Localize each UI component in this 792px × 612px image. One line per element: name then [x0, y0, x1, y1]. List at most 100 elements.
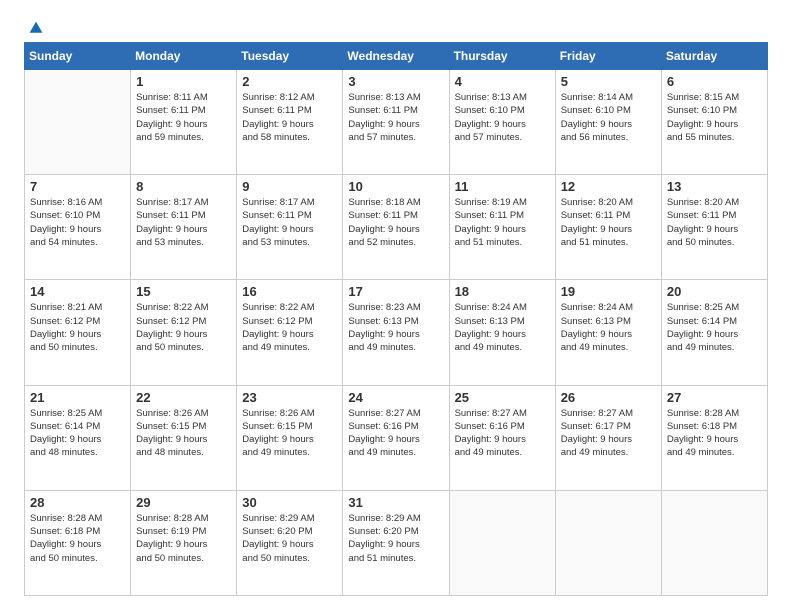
day-info: Sunrise: 8:17 AMSunset: 6:11 PMDaylight:…	[242, 196, 337, 249]
calendar-week-row: 28 Sunrise: 8:28 AMSunset: 6:18 PMDayligh…	[25, 490, 768, 595]
day-info: Sunrise: 8:28 AMSunset: 6:18 PMDaylight:…	[30, 512, 125, 565]
day-number: 23	[242, 390, 337, 405]
calendar-week-row: 21 Sunrise: 8:25 AMSunset: 6:14 PMDayligh…	[25, 385, 768, 490]
calendar-day-cell: 11 Sunrise: 8:19 AMSunset: 6:11 PMDayligh…	[449, 175, 555, 280]
day-number: 31	[348, 495, 443, 510]
day-number: 27	[667, 390, 762, 405]
calendar-day-cell: 9 Sunrise: 8:17 AMSunset: 6:11 PMDaylight…	[237, 175, 343, 280]
calendar-day-cell: 17 Sunrise: 8:23 AMSunset: 6:13 PMDayligh…	[343, 280, 449, 385]
calendar-day-cell: 18 Sunrise: 8:24 AMSunset: 6:13 PMDayligh…	[449, 280, 555, 385]
day-number: 15	[136, 284, 231, 299]
calendar-day-cell: 13Sunrise: 8:20 AMSunset: 6:11 PMDayligh…	[661, 175, 767, 280]
day-info: Sunrise: 8:22 AMSunset: 6:12 PMDaylight:…	[242, 301, 337, 354]
day-number: 18	[455, 284, 550, 299]
day-number: 11	[455, 179, 550, 194]
day-number: 8	[136, 179, 231, 194]
calendar-week-row: 14 Sunrise: 8:21 AMSunset: 6:12 PMDayligh…	[25, 280, 768, 385]
day-number: 29	[136, 495, 231, 510]
logo-icon	[28, 20, 44, 36]
day-info: Sunrise: 8:29 AMSunset: 6:20 PMDaylight:…	[348, 512, 443, 565]
calendar-day-cell: 31 Sunrise: 8:29 AMSunset: 6:20 PMDayligh…	[343, 490, 449, 595]
day-number: 28	[30, 495, 125, 510]
calendar-day-cell: 2 Sunrise: 8:12 AMSunset: 6:11 PMDaylight…	[237, 70, 343, 175]
calendar-day-cell: 25Sunrise: 8:27 AMSunset: 6:16 PMDayligh…	[449, 385, 555, 490]
day-info: Sunrise: 8:22 AMSunset: 6:12 PMDaylight:…	[136, 301, 231, 354]
day-number: 4	[455, 74, 550, 89]
day-number: 21	[30, 390, 125, 405]
calendar-table: SundayMondayTuesdayWednesdayThursdayFrid…	[24, 42, 768, 596]
day-info: Sunrise: 8:25 AMSunset: 6:14 PMDaylight:…	[30, 407, 125, 460]
calendar-day-cell	[661, 490, 767, 595]
calendar-day-cell: 29 Sunrise: 8:28 AMSunset: 6:19 PMDayligh…	[131, 490, 237, 595]
day-number: 5	[561, 74, 656, 89]
calendar-day-cell: 28 Sunrise: 8:28 AMSunset: 6:18 PMDayligh…	[25, 490, 131, 595]
day-info: Sunrise: 8:28 AMSunset: 6:18 PMDaylight:…	[667, 407, 762, 460]
calendar-day-cell: 3 Sunrise: 8:13 AMSunset: 6:11 PMDaylight…	[343, 70, 449, 175]
day-number: 9	[242, 179, 337, 194]
day-number: 1	[136, 74, 231, 89]
day-info: Sunrise: 8:23 AMSunset: 6:13 PMDaylight:…	[348, 301, 443, 354]
day-info: Sunrise: 8:11 AMSunset: 6:11 PMDaylight:…	[136, 91, 231, 144]
day-number: 7	[30, 179, 125, 194]
day-info: Sunrise: 8:29 AMSunset: 6:20 PMDaylight:…	[242, 512, 337, 565]
day-info: Sunrise: 8:26 AMSunset: 6:15 PMDaylight:…	[136, 407, 231, 460]
day-number: 22	[136, 390, 231, 405]
day-info: Sunrise: 8:27 AMSunset: 6:17 PMDaylight:…	[561, 407, 656, 460]
calendar-day-header: Thursday	[449, 43, 555, 70]
calendar-day-cell: 23 Sunrise: 8:26 AMSunset: 6:15 PMDayligh…	[237, 385, 343, 490]
day-info: Sunrise: 8:26 AMSunset: 6:15 PMDaylight:…	[242, 407, 337, 460]
day-info: Sunrise: 8:13 AMSunset: 6:10 PMDaylight:…	[455, 91, 550, 144]
calendar-day-cell: 5 Sunrise: 8:14 AMSunset: 6:10 PMDaylight…	[555, 70, 661, 175]
day-info: Sunrise: 8:18 AMSunset: 6:11 PMDaylight:…	[348, 196, 443, 249]
calendar-week-row: 1 Sunrise: 8:11 AMSunset: 6:11 PMDaylight…	[25, 70, 768, 175]
day-info: Sunrise: 8:13 AMSunset: 6:11 PMDaylight:…	[348, 91, 443, 144]
day-info: Sunrise: 8:21 AMSunset: 6:12 PMDaylight:…	[30, 301, 125, 354]
calendar-day-header: Monday	[131, 43, 237, 70]
calendar-day-cell	[25, 70, 131, 175]
calendar-day-cell: 8Sunrise: 8:17 AMSunset: 6:11 PMDaylight…	[131, 175, 237, 280]
logo	[24, 20, 44, 32]
calendar-day-header: Sunday	[25, 43, 131, 70]
calendar-day-cell: 4 Sunrise: 8:13 AMSunset: 6:10 PMDaylight…	[449, 70, 555, 175]
calendar-day-header: Wednesday	[343, 43, 449, 70]
day-number: 20	[667, 284, 762, 299]
calendar-day-cell: 27 Sunrise: 8:28 AMSunset: 6:18 PMDayligh…	[661, 385, 767, 490]
calendar-day-cell: 1 Sunrise: 8:11 AMSunset: 6:11 PMDaylight…	[131, 70, 237, 175]
day-info: Sunrise: 8:14 AMSunset: 6:10 PMDaylight:…	[561, 91, 656, 144]
day-info: Sunrise: 8:19 AMSunset: 6:11 PMDaylight:…	[455, 196, 550, 249]
day-info: Sunrise: 8:12 AMSunset: 6:11 PMDaylight:…	[242, 91, 337, 144]
day-number: 24	[348, 390, 443, 405]
day-number: 26	[561, 390, 656, 405]
calendar-day-header: Tuesday	[237, 43, 343, 70]
calendar-day-cell: 12 Sunrise: 8:20 AMSunset: 6:11 PMDayligh…	[555, 175, 661, 280]
calendar-day-cell: 21 Sunrise: 8:25 AMSunset: 6:14 PMDayligh…	[25, 385, 131, 490]
day-info: Sunrise: 8:20 AMSunset: 6:11 PMDaylight:…	[667, 196, 762, 249]
day-number: 12	[561, 179, 656, 194]
day-number: 3	[348, 74, 443, 89]
day-number: 2	[242, 74, 337, 89]
calendar-day-cell: 20 Sunrise: 8:25 AMSunset: 6:14 PMDayligh…	[661, 280, 767, 385]
day-number: 10	[348, 179, 443, 194]
day-info: Sunrise: 8:25 AMSunset: 6:14 PMDaylight:…	[667, 301, 762, 354]
calendar-day-cell: 22 Sunrise: 8:26 AMSunset: 6:15 PMDayligh…	[131, 385, 237, 490]
calendar-header-row: SundayMondayTuesdayWednesdayThursdayFrid…	[25, 43, 768, 70]
day-number: 16	[242, 284, 337, 299]
day-info: Sunrise: 8:24 AMSunset: 6:13 PMDaylight:…	[455, 301, 550, 354]
calendar-week-row: 7Sunrise: 8:16 AMSunset: 6:10 PMDaylight…	[25, 175, 768, 280]
day-info: Sunrise: 8:27 AMSunset: 6:16 PMDaylight:…	[348, 407, 443, 460]
day-info: Sunrise: 8:20 AMSunset: 6:11 PMDaylight:…	[561, 196, 656, 249]
day-number: 17	[348, 284, 443, 299]
day-info: Sunrise: 8:28 AMSunset: 6:19 PMDaylight:…	[136, 512, 231, 565]
calendar-day-header: Saturday	[661, 43, 767, 70]
calendar-day-cell: 16 Sunrise: 8:22 AMSunset: 6:12 PMDayligh…	[237, 280, 343, 385]
day-number: 14	[30, 284, 125, 299]
calendar-day-cell: 19Sunrise: 8:24 AMSunset: 6:13 PMDayligh…	[555, 280, 661, 385]
calendar-day-cell	[449, 490, 555, 595]
header	[24, 20, 768, 32]
calendar-day-cell: 14 Sunrise: 8:21 AMSunset: 6:12 PMDayligh…	[25, 280, 131, 385]
day-info: Sunrise: 8:15 AMSunset: 6:10 PMDaylight:…	[667, 91, 762, 144]
day-info: Sunrise: 8:24 AMSunset: 6:13 PMDaylight:…	[561, 301, 656, 354]
day-number: 25	[455, 390, 550, 405]
calendar-day-cell: 30Sunrise: 8:29 AMSunset: 6:20 PMDayligh…	[237, 490, 343, 595]
page: SundayMondayTuesdayWednesdayThursdayFrid…	[0, 0, 792, 612]
